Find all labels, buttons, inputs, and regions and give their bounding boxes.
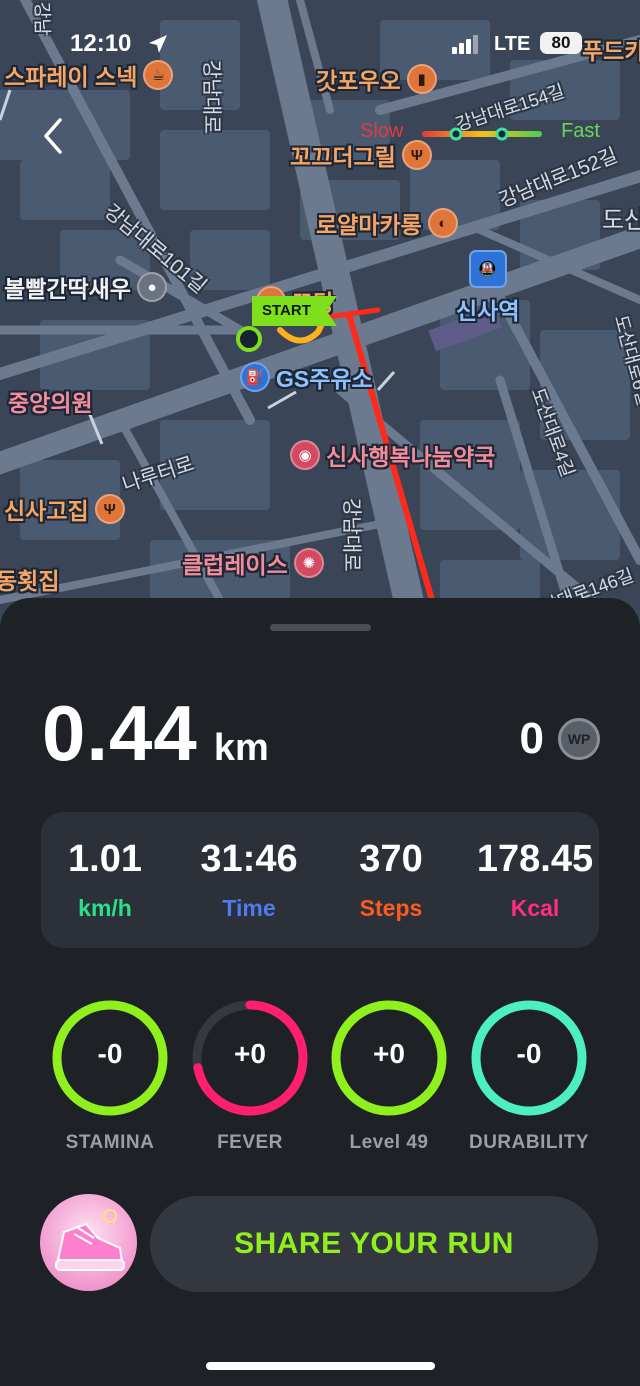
back-button[interactable] (34, 112, 74, 160)
stat-steps: 370 Steps (321, 838, 461, 922)
poi-dong-hoetjip[interactable]: 동횟집 (0, 562, 59, 596)
stat-label: Steps (359, 895, 423, 921)
poi-pharmacy[interactable]: ◉ 신사행복나눔약국 (290, 438, 495, 472)
ring-level: +0 Level 49 (319, 998, 459, 1154)
poi-label: 갓포우오 (316, 68, 401, 94)
stat-time: 31:46 Time (179, 838, 319, 922)
stat-label: Time (222, 895, 276, 921)
pill-icon: ◉ (290, 440, 320, 470)
poi-label: 볼빨간딱새우 (4, 276, 131, 302)
signal-icon (452, 35, 478, 54)
ring-label: Level 49 (349, 1132, 429, 1153)
stat-value: 178.45 (476, 838, 594, 880)
poi-label: GS주유소 (276, 366, 373, 392)
stat-value: 370 (359, 838, 423, 880)
stats-card: 1.01 km/h 31:46 Time 370 Steps 178.45 Kc… (41, 812, 599, 948)
start-marker (236, 326, 262, 352)
sneaker-icon (55, 1209, 125, 1271)
stat-value: 31:46 (200, 838, 298, 880)
chevron-left-icon (44, 118, 62, 154)
speed-legend: Slow Fast (360, 118, 610, 152)
ring-value: -0 (516, 1038, 542, 1069)
wp-value: 0 (519, 714, 544, 763)
map-view[interactable]: 강남대로 강남대로101길 나루터로 강남대로154길 강남대로152길 도산대… (0, 0, 640, 640)
poi-joongang-clinic[interactable]: 중앙의원 (8, 384, 93, 418)
gas-icon: ⛽ (240, 362, 270, 392)
stat-speed: 1.01 km/h (35, 838, 175, 922)
fork-knife-icon: Ψ (94, 494, 125, 524)
start-flag: START (252, 296, 337, 326)
poi-label: 동횟집 (0, 568, 60, 594)
poi-label: 푸드카 (582, 38, 640, 64)
distance-display: 0.44 km (42, 688, 269, 779)
poi-sinsa-station[interactable]: 🚇 신사역 (456, 250, 519, 326)
sheet-drag-handle[interactable] (270, 624, 371, 631)
home-indicator (206, 1362, 435, 1370)
wp-badge-icon: WP (558, 718, 600, 760)
ring-label: FEVER (217, 1132, 283, 1153)
poi-bolppalgan[interactable]: 볼빨간딱새우 ● (4, 270, 167, 304)
poi-label: 클럽레이스 (182, 552, 288, 578)
location-arrow-icon (149, 35, 167, 53)
network-type: LTE (494, 33, 531, 55)
ring-fever: +0 FEVER (180, 998, 320, 1154)
poi-club-race[interactable]: 클럽레이스 ✺ (182, 546, 324, 580)
poi-label: 신사고집 (4, 498, 89, 524)
road-label: 도산 (602, 207, 640, 234)
poi-label: 로얄마카롱 (316, 212, 422, 238)
road-label: 강남대로 (340, 498, 362, 572)
place-icon: ● (136, 272, 167, 302)
stat-label: km/h (78, 895, 132, 921)
legend-fast-label: Fast (561, 120, 600, 142)
status-time: 12:10 (70, 30, 132, 57)
wp-display: 0 WP (520, 714, 600, 764)
stat-label: Kcal (510, 895, 560, 921)
road-label: 강남 (32, 2, 52, 36)
poi-label: 스파레이 스넥 (4, 64, 138, 90)
sneaker-avatar[interactable] (40, 1194, 137, 1291)
bread-icon: ◐ (427, 208, 458, 238)
poi-food-car[interactable]: 푸드카 (582, 32, 640, 66)
share-run-button[interactable]: SHARE YOUR RUN (150, 1196, 598, 1292)
poi-gs-station[interactable]: ⛽ GS주유소 (240, 360, 373, 394)
distance-unit: km (213, 727, 269, 769)
ring-value: +0 (234, 1038, 266, 1069)
poi-spray-snack[interactable]: 스파레이 스넥 ☕ (4, 58, 174, 92)
distance-value: 0.44 (42, 689, 198, 777)
ring-label: STAMINA (65, 1132, 155, 1153)
poi-royal-macaron[interactable]: 로얄마카롱 ◐ (316, 206, 458, 240)
stat-kcal: 178.45 Kcal (465, 838, 605, 922)
poi-label: 중앙의원 (8, 390, 93, 416)
stat-value: 1.01 (68, 838, 142, 880)
bottle-icon: ▮ (406, 64, 437, 94)
coffee-icon: ☕ (143, 60, 174, 90)
ring-durability: -0 DURABILITY (459, 998, 599, 1154)
road-label: 강남대로 (200, 60, 222, 134)
ring-stamina: -0 STAMINA (40, 998, 180, 1154)
ring-value: -0 (97, 1038, 123, 1069)
ring-value: +0 (373, 1038, 405, 1069)
run-summary-panel: 0.44 km 0 WP 1.01 km/h 31:46 Time 370 St… (0, 598, 640, 1386)
battery-level: 80 (551, 33, 571, 52)
poi-label: 신사행복나눔약국 (326, 444, 496, 470)
poi-gatpowuo[interactable]: 갓포우오 ▮ (316, 62, 437, 96)
ring-label: DURABILITY (468, 1132, 590, 1153)
subway-icon: 🚇 (468, 250, 507, 288)
battery-indicator: 80 (540, 32, 582, 54)
poi-label: 신사역 (456, 298, 520, 324)
disco-icon: ✺ (293, 548, 324, 578)
poi-sinsa-gojip[interactable]: 신사고집 Ψ (4, 492, 125, 526)
